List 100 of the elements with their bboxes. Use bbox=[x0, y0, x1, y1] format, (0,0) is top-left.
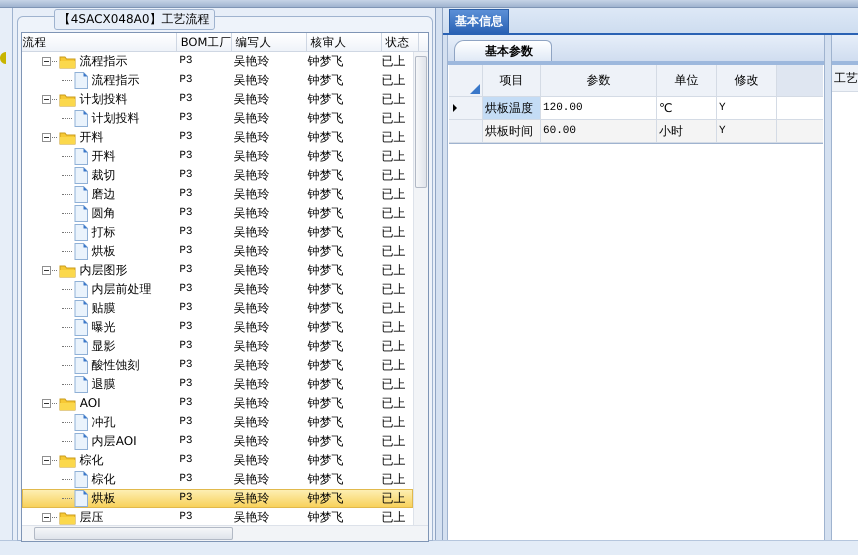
table-cell-text: 吴艳玲 bbox=[232, 490, 271, 507]
document-icon bbox=[74, 224, 88, 241]
table-cell-text: 已上 bbox=[380, 243, 406, 260]
table-cell-text: 吴艳玲 bbox=[232, 471, 271, 488]
tree-row[interactable]: 贴膜 P3 吴艳玲 钟梦飞 已上 bbox=[22, 299, 413, 318]
table-cell-text: 吴艳玲 bbox=[232, 433, 271, 450]
column-header[interactable]: 状态 bbox=[382, 33, 419, 51]
tree-row[interactable]: 棕化 P3 吴艳玲 钟梦飞 已上 bbox=[22, 451, 413, 470]
table-cell-text: P3 bbox=[178, 130, 194, 145]
table-cell-text: P3 bbox=[178, 244, 194, 259]
table-cell-text: P3 bbox=[178, 377, 194, 392]
table-cell-text: 钟梦飞 bbox=[306, 148, 344, 165]
document-icon bbox=[74, 167, 88, 184]
table-cell-text: 已上 bbox=[380, 471, 406, 488]
tree-row[interactable]: 磨边 P3 吴艳玲 钟梦飞 已上 bbox=[22, 185, 413, 204]
panel-title: 工艺 bbox=[834, 70, 858, 86]
table-cell-text: P3 bbox=[178, 339, 194, 354]
table-cell-text: P3 bbox=[178, 301, 194, 316]
tree-row[interactable]: 圆角 P3 吴艳玲 钟梦飞 已上 bbox=[22, 204, 413, 223]
tree-row[interactable]: 酸性蚀刻 P3 吴艳玲 钟梦飞 已上 bbox=[22, 356, 413, 375]
table-cell-text: 已上 bbox=[380, 129, 406, 146]
tree-row[interactable]: 内层图形 P3 吴艳玲 钟梦飞 已上 bbox=[22, 261, 413, 280]
tree-row[interactable]: 显影 P3 吴艳玲 钟梦飞 已上 bbox=[22, 337, 413, 356]
table-cell-text: 已上 bbox=[380, 262, 406, 279]
tree-row[interactable]: 烘板 P3 吴艳玲 钟梦飞 已上 bbox=[22, 489, 413, 508]
step-name: 退膜 bbox=[92, 376, 116, 393]
status-icon bbox=[0, 51, 6, 65]
table-cell-text: 钟梦飞 bbox=[306, 490, 344, 507]
tree-row[interactable]: 流程指示 P3 吴艳玲 钟梦飞 已上 bbox=[22, 52, 413, 71]
tree-row[interactable]: 内层前处理 P3 吴艳玲 钟梦飞 已上 bbox=[22, 280, 413, 299]
panel-title: 【4SACX048A0】工艺流程 bbox=[54, 9, 215, 30]
tree-row[interactable]: AOI P3 吴艳玲 钟梦飞 已上 bbox=[22, 394, 413, 413]
table-cell-text: 已上 bbox=[380, 452, 406, 469]
tree-row[interactable]: 开料 P3 吴艳玲 钟梦飞 已上 bbox=[22, 128, 413, 147]
column-header[interactable]: 参数 bbox=[541, 65, 657, 96]
table-cell-text: 吴艳玲 bbox=[232, 338, 271, 355]
table-cell-text: 已上 bbox=[380, 167, 406, 184]
document-icon bbox=[74, 110, 88, 127]
collapse-icon[interactable] bbox=[42, 95, 51, 104]
table-cell-text: 吴艳玲 bbox=[232, 186, 271, 203]
column-header[interactable]: 流程 bbox=[22, 33, 177, 51]
table-cell-text: 钟梦飞 bbox=[306, 414, 344, 431]
table-cell-text: 已上 bbox=[380, 338, 406, 355]
tree-row[interactable]: 烘板 P3 吴艳玲 钟梦飞 已上 bbox=[22, 242, 413, 261]
table-cell-text: 钟梦飞 bbox=[306, 186, 344, 203]
document-icon bbox=[74, 376, 88, 393]
table-cell-text: P3 bbox=[178, 510, 194, 525]
column-header[interactable]: 单位 bbox=[657, 65, 717, 96]
tree-row[interactable]: 计划投料 P3 吴艳玲 钟梦飞 已上 bbox=[22, 109, 413, 128]
table-cell-text: 已上 bbox=[380, 357, 406, 374]
tree-row[interactable]: 退膜 P3 吴艳玲 钟梦飞 已上 bbox=[22, 375, 413, 394]
tree-row[interactable]: 计划投料 P3 吴艳玲 钟梦飞 已上 bbox=[22, 90, 413, 109]
table-cell-text: 已上 bbox=[380, 395, 406, 412]
table-cell-text: 钟梦飞 bbox=[306, 91, 344, 108]
tree-row[interactable]: 层压 P3 吴艳玲 钟梦飞 已上 bbox=[22, 508, 413, 525]
step-name: 打标 bbox=[92, 224, 116, 241]
tab[interactable]: 基本参数 bbox=[454, 40, 552, 61]
collapse-icon[interactable] bbox=[42, 456, 51, 465]
folder-icon bbox=[58, 510, 76, 524]
table-cell-text: 已上 bbox=[380, 224, 406, 241]
table-cell-text: 已上 bbox=[380, 205, 406, 222]
table-cell-text: 钟梦飞 bbox=[306, 338, 344, 355]
document-icon bbox=[74, 357, 88, 374]
column-header[interactable]: 核审人 bbox=[306, 33, 382, 51]
tree-row[interactable]: 冲孔 P3 吴艳玲 钟梦飞 已上 bbox=[22, 413, 413, 432]
tree-row[interactable]: 内层AOI P3 吴艳玲 钟梦飞 已上 bbox=[22, 432, 413, 451]
table-cell-text: 已上 bbox=[380, 72, 406, 89]
folder-icon bbox=[58, 130, 76, 144]
table-cell: 60.00 bbox=[541, 120, 657, 142]
collapse-icon[interactable] bbox=[42, 133, 51, 142]
collapse-icon[interactable] bbox=[42, 513, 51, 522]
column-header[interactable]: 编写人 bbox=[232, 33, 307, 51]
tree-row[interactable]: 曝光 P3 吴艳玲 钟梦飞 已上 bbox=[22, 318, 413, 337]
collapse-icon[interactable] bbox=[42, 266, 51, 275]
step-name: 曝光 bbox=[92, 319, 116, 336]
step-name: 计划投料 bbox=[80, 91, 128, 108]
tab[interactable]: 基本信息 bbox=[449, 9, 509, 33]
table-cell-text: P3 bbox=[178, 206, 194, 221]
table-cell-text: 已上 bbox=[380, 490, 406, 507]
tree-row[interactable]: 流程指示 P3 吴艳玲 钟梦飞 已上 bbox=[22, 71, 413, 90]
tree-row[interactable]: 开料 P3 吴艳玲 钟梦飞 已上 bbox=[22, 147, 413, 166]
table-cell-text: 吴艳玲 bbox=[232, 167, 271, 184]
step-name: 圆角 bbox=[92, 205, 116, 222]
step-name: 层压 bbox=[80, 509, 104, 525]
step-name: 贴膜 bbox=[92, 300, 116, 317]
row-header[interactable] bbox=[449, 97, 483, 119]
column-header[interactable]: 项目 bbox=[483, 65, 541, 96]
step-name: AOI bbox=[80, 395, 101, 412]
tree-row[interactable]: 打标 P3 吴艳玲 钟梦飞 已上 bbox=[22, 223, 413, 242]
table-cell-text: 已上 bbox=[380, 110, 406, 127]
table-cell-text: 钟梦飞 bbox=[306, 319, 344, 336]
tree-row[interactable]: 棕化 P3 吴艳玲 钟梦飞 已上 bbox=[22, 470, 413, 489]
collapse-icon[interactable] bbox=[42, 57, 51, 66]
tree-row[interactable]: 裁切 P3 吴艳玲 钟梦飞 已上 bbox=[22, 166, 413, 185]
table-cell: ℃ bbox=[657, 97, 717, 119]
table-cell-text: 吴艳玲 bbox=[232, 91, 271, 108]
table-cell-text: P3 bbox=[178, 491, 194, 506]
collapse-icon[interactable] bbox=[42, 399, 51, 408]
column-header[interactable]: BOM工厂 bbox=[176, 33, 232, 51]
table-cell-text: 钟梦飞 bbox=[306, 281, 344, 298]
